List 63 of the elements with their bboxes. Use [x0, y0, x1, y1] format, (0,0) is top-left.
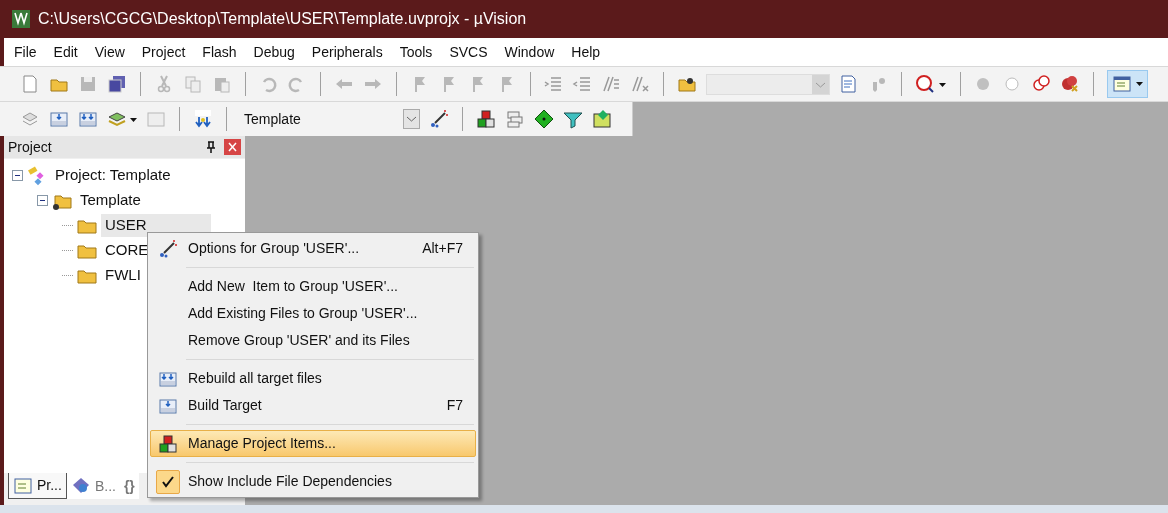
app-logo-icon	[12, 10, 30, 28]
funnel-icon[interactable]	[563, 109, 583, 129]
menu-item[interactable]: Options for Group 'USER'... Alt+F7	[150, 235, 476, 262]
breakpoints-kill-icon[interactable]	[1060, 74, 1081, 94]
new-file-icon[interactable]	[20, 74, 40, 94]
menu-item[interactable]: Show Include File Dependencies	[150, 468, 476, 495]
tree-item[interactable]: FWLI	[101, 264, 145, 287]
window-layout-button[interactable]	[1106, 70, 1148, 98]
collapse-icon[interactable]	[37, 195, 48, 206]
packs-icon[interactable]	[592, 109, 612, 129]
search-combo[interactable]	[706, 73, 830, 95]
project-window-icon	[13, 475, 33, 496]
menu-item[interactable]: Window	[502, 41, 557, 63]
close-icon[interactable]	[224, 139, 241, 155]
caret-icon	[1135, 82, 1143, 86]
unindent-icon[interactable]	[572, 74, 593, 94]
window-layout-icon[interactable]	[1111, 74, 1132, 94]
uncomment-icon[interactable]	[630, 74, 651, 94]
wand-icon[interactable]	[429, 109, 449, 129]
menu-item[interactable]: Add New Item to Group 'USER'...	[150, 273, 476, 300]
tree-item[interactable]: USER	[101, 214, 211, 237]
menu-item[interactable]: File	[12, 41, 39, 63]
save-icon[interactable]	[78, 74, 98, 94]
breakpoints-disable-all-icon[interactable]	[1031, 74, 1052, 94]
menu-item[interactable]: Peripherals	[309, 41, 385, 63]
menu-item[interactable]: Edit	[51, 41, 80, 63]
checkbox[interactable]	[156, 469, 180, 494]
save-all-icon[interactable]	[107, 74, 127, 94]
menu-item[interactable]: View	[92, 41, 127, 63]
collapse-icon[interactable]	[12, 170, 23, 181]
find-document-icon[interactable]	[838, 74, 859, 94]
menu-item[interactable]: Debug	[251, 41, 297, 63]
panel-tab[interactable]: B...	[66, 473, 120, 499]
check-icon	[161, 474, 175, 489]
menu-item[interactable]: Rebuild all target files	[150, 365, 476, 392]
panel-tab[interactable]: Pr...	[8, 473, 67, 499]
menu-item[interactable]: Help	[569, 41, 603, 63]
menu-item[interactable]: Flash	[200, 41, 239, 63]
indent-icon[interactable]	[543, 74, 564, 94]
menu-item[interactable]: Remove Group 'USER' and its Files	[150, 327, 476, 354]
comment-icon[interactable]	[601, 74, 622, 94]
download-icon[interactable]	[193, 109, 213, 129]
tree-item[interactable]: Template	[76, 189, 145, 212]
wand-icon[interactable]	[158, 238, 178, 259]
menu-item[interactable]: Project	[139, 41, 188, 63]
window-title: C:\Users\CGCG\Desktop\Template\USER\Template.uvprojx - µVision	[38, 9, 527, 29]
menu-item[interactable]: Tools	[397, 41, 435, 63]
menu-item[interactable]: Manage Project Items...	[150, 430, 476, 457]
panel-title: Project	[8, 137, 52, 157]
debug-session-icon[interactable]	[914, 74, 947, 94]
menu-item[interactable]: SVCS	[447, 41, 490, 63]
copy-icon[interactable]	[182, 74, 203, 94]
diamond-icon[interactable]	[534, 109, 554, 129]
pin-icon[interactable]	[206, 141, 216, 153]
windows-icon[interactable]	[505, 109, 525, 129]
menu-item[interactable]: Add Existing Files to Group 'USER'...	[150, 300, 476, 327]
rebuild-icon[interactable]	[78, 109, 98, 129]
tree-item[interactable]: Project: Template	[51, 164, 175, 187]
blocks-icon[interactable]	[158, 433, 178, 454]
stop-build-icon[interactable]	[146, 109, 166, 129]
menu-item[interactable]: Build Target F7	[150, 392, 476, 419]
build-icon[interactable]	[49, 109, 69, 129]
blocks-icon[interactable]	[476, 109, 496, 129]
